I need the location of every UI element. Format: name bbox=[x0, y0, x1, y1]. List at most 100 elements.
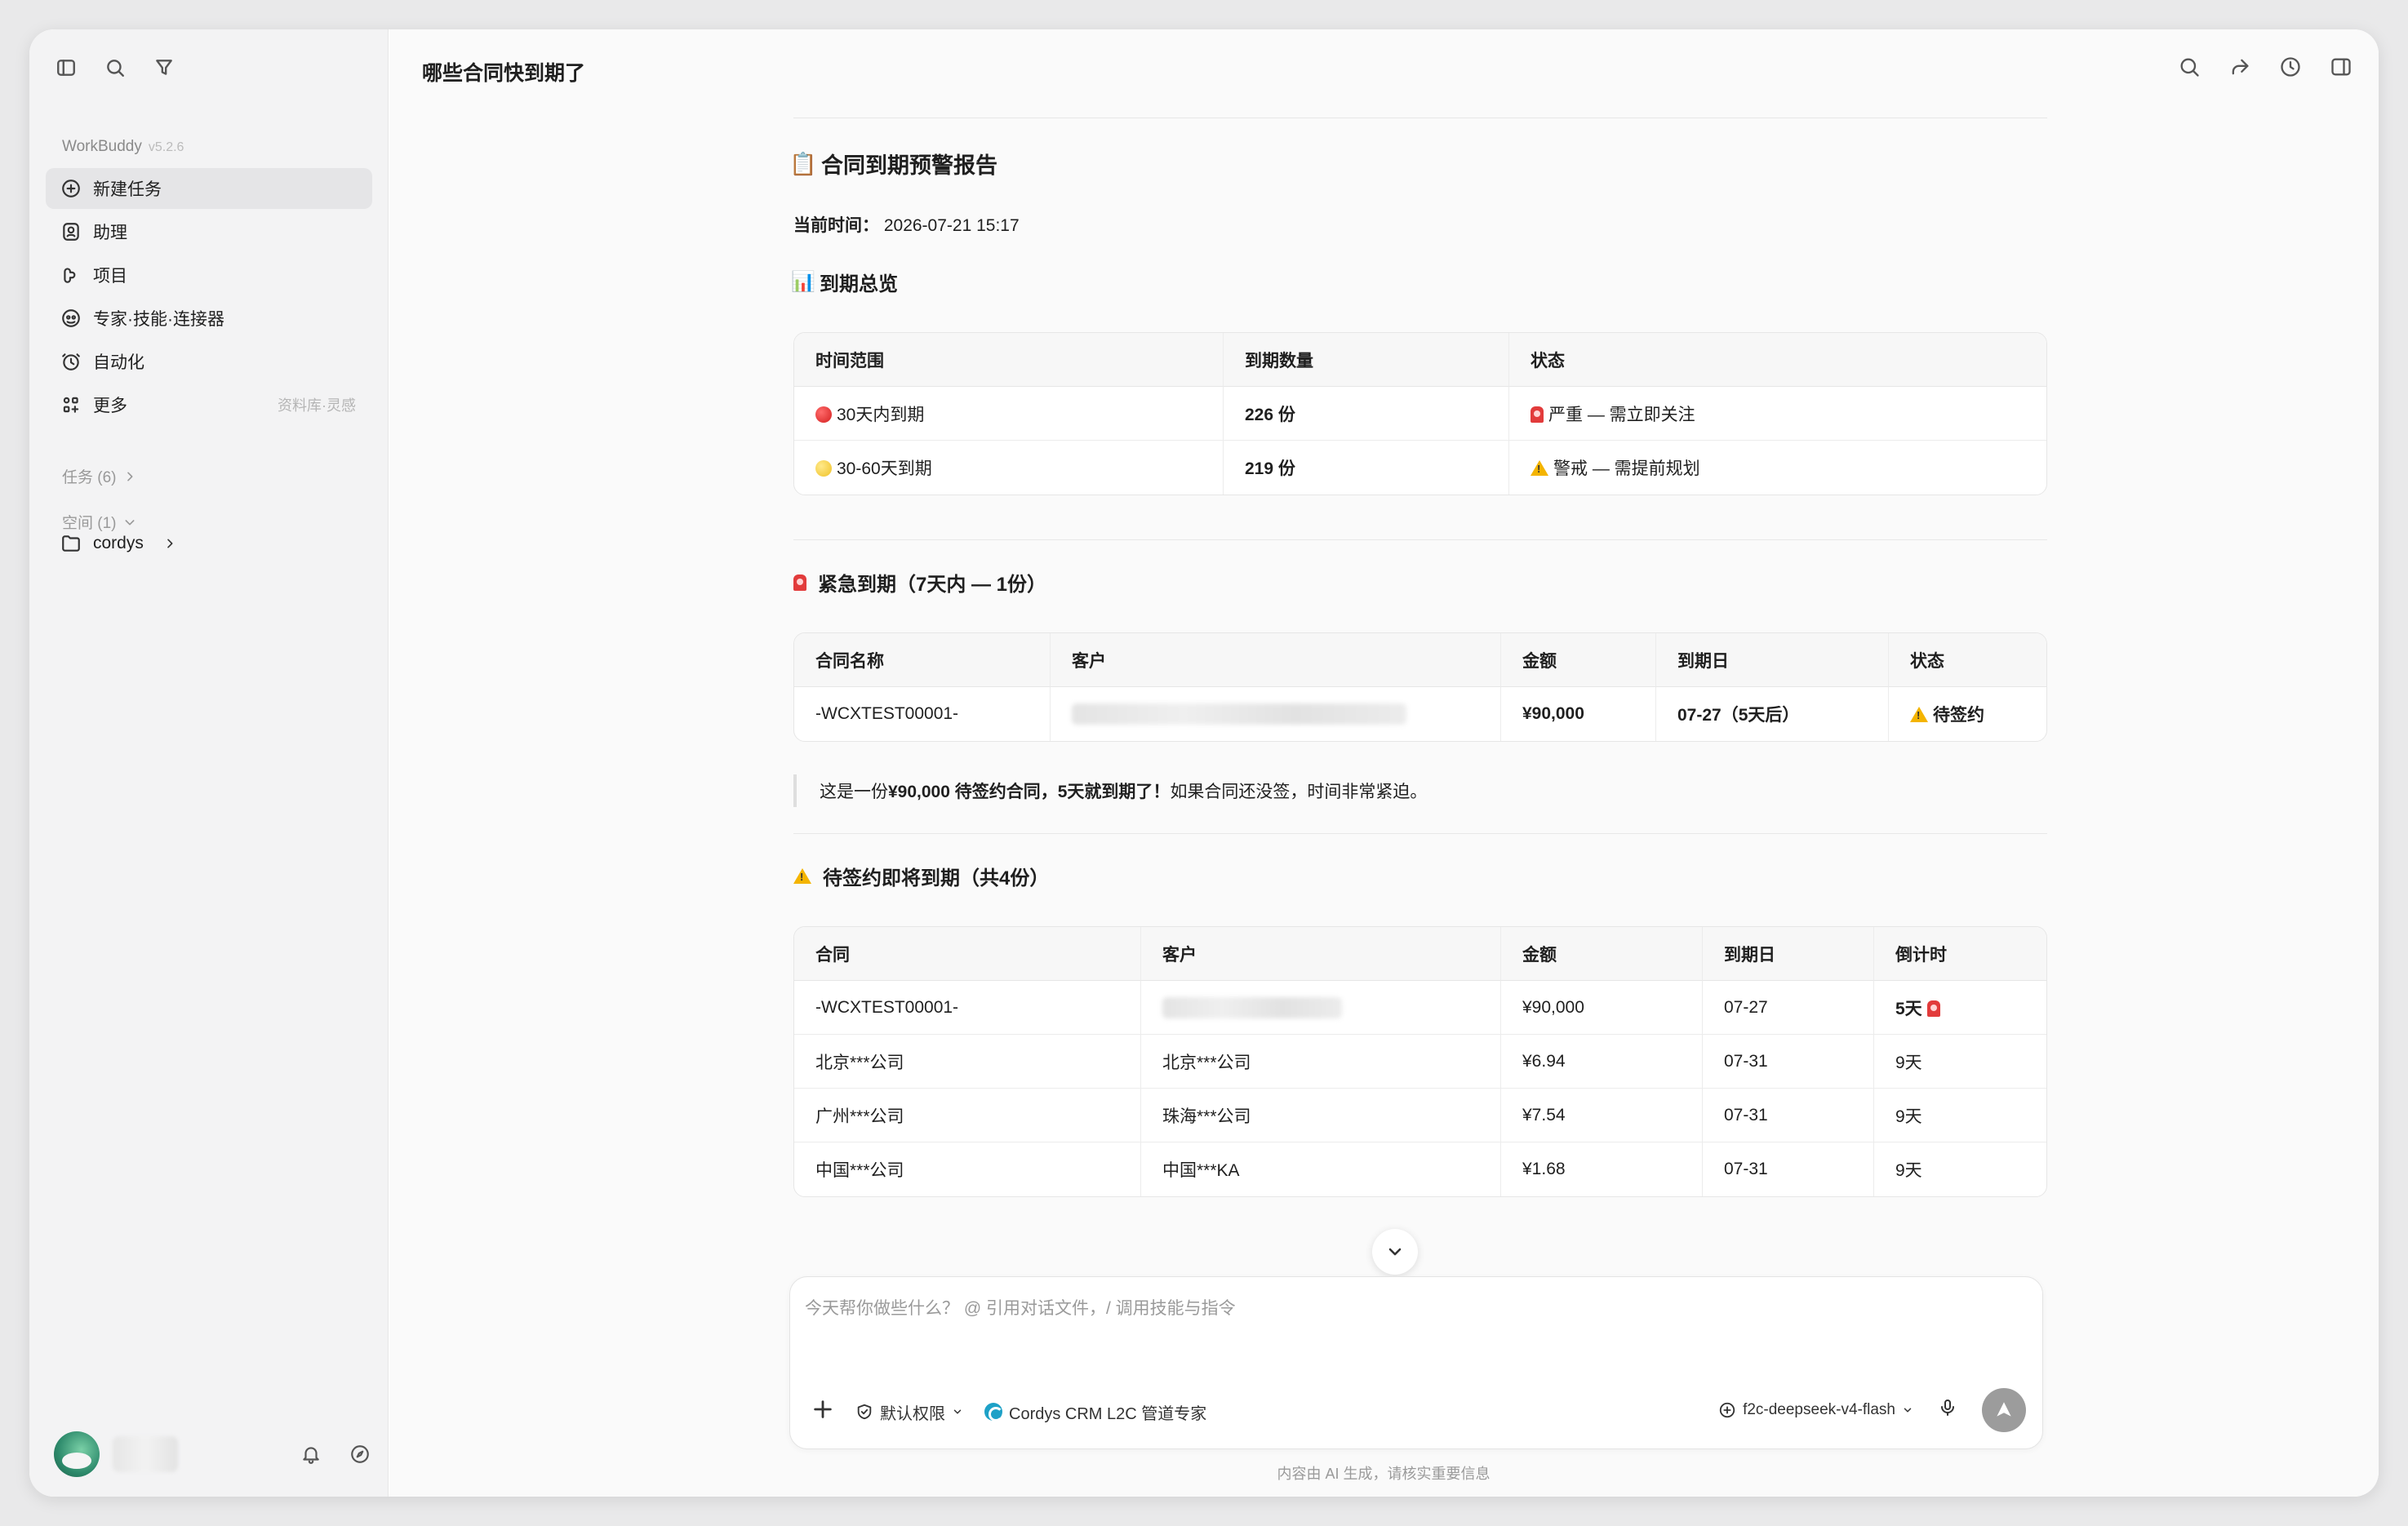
column-header: 状态 bbox=[1508, 333, 2046, 387]
brand: WorkBuddy v5.2.6 bbox=[62, 138, 184, 156]
ai-disclaimer-text: 内容由 AI 生成，请核实重要信息 bbox=[1277, 1466, 1491, 1482]
table-cell: ¥1.68 bbox=[1500, 1142, 1702, 1196]
table-header-row: 合同名称 客户 金额 到期日 状态 bbox=[794, 633, 2046, 687]
table-row: 30-60天到期 219 份 警戒 — 需提前规划 bbox=[794, 441, 2046, 495]
chevron-down-icon bbox=[953, 1409, 962, 1414]
table-row: -WCXTEST00001- ¥90,000 07-27 5天 bbox=[794, 981, 2046, 1035]
table-cell: 30天内到期 bbox=[794, 387, 1223, 441]
table-cell: 北京***公司 bbox=[794, 1035, 1140, 1089]
table-header-row: 时间范围 到期数量 状态 bbox=[794, 333, 2046, 387]
expert-icon bbox=[62, 309, 80, 327]
pending-table: 合同 客户 金额 到期日 倒计时 -WCXTEST00001- ¥90,000 … bbox=[793, 926, 2047, 1197]
plus-icon bbox=[814, 1400, 832, 1418]
yellow-circle-icon bbox=[815, 460, 832, 477]
table-cell: ¥90,000 bbox=[1500, 687, 1655, 741]
sidebar-item-label: 更多 bbox=[93, 397, 127, 415]
table-row: 中国***公司 中国***KA ¥1.68 07-31 9天 bbox=[794, 1142, 2046, 1196]
prompt-input[interactable] bbox=[805, 1295, 2021, 1344]
share-icon[interactable] bbox=[2227, 54, 2253, 80]
sidebar-item-label: 自动化 bbox=[93, 353, 144, 372]
table-cell: 9天 bbox=[1873, 1089, 2046, 1142]
column-header: 到期日 bbox=[1655, 633, 1888, 687]
column-header: 倒计时 bbox=[1873, 927, 2046, 981]
redacted-customer bbox=[1072, 703, 1406, 725]
urgent-heading-text: 紧急到期（7天内 — 1份） bbox=[818, 574, 1047, 596]
report-title-text: 合同到期预警报告 bbox=[821, 153, 997, 178]
header-actions bbox=[2176, 54, 2354, 80]
divider bbox=[793, 833, 2047, 834]
time-value: 2026-07-21 15:17 bbox=[883, 216, 1020, 235]
microphone-icon bbox=[1941, 1400, 1954, 1416]
siren-icon bbox=[793, 574, 806, 591]
scroll-to-bottom-button[interactable] bbox=[1372, 1229, 1418, 1275]
chevron-right-icon bbox=[127, 472, 132, 481]
chart-icon: 📊 bbox=[791, 271, 815, 293]
space-folder-cordys[interactable]: cordys bbox=[60, 533, 176, 554]
spaces-section-toggle[interactable]: 空间 (1) bbox=[62, 511, 136, 533]
sidebar-item-label: 新建任务 bbox=[93, 180, 162, 199]
status-text: 严重 — 需立即关注 bbox=[1548, 405, 1695, 424]
siren-icon bbox=[1926, 1000, 1940, 1017]
table-cell: -WCXTEST00001- bbox=[794, 981, 1140, 1035]
sidebar-item-assistant[interactable]: 助理 bbox=[46, 211, 372, 252]
sidebar-item-project[interactable]: 项目 bbox=[46, 255, 372, 295]
sidebar-item-extra[interactable]: 资料库·灵感 bbox=[278, 394, 356, 415]
sidebar-item-automation[interactable]: 自动化 bbox=[46, 341, 372, 382]
note-bold: ¥90,000 待签约合同，5天就到期了！ bbox=[888, 783, 1171, 801]
brand-name: WorkBuddy bbox=[62, 138, 142, 155]
filter-icon[interactable] bbox=[152, 55, 176, 80]
pending-heading-text: 待签约即将到期（共4份） bbox=[823, 867, 1050, 889]
add-attachment-button[interactable] bbox=[811, 1398, 834, 1426]
send-button[interactable] bbox=[1982, 1388, 2026, 1432]
composer: 默认权限 Cordys CRM L2C 管道专家 f2c-deepseek-v4… bbox=[789, 1276, 2043, 1449]
model-dropdown[interactable]: f2c-deepseek-v4-flash bbox=[1718, 1401, 1913, 1419]
tasks-section-toggle[interactable]: 任务 (6) bbox=[62, 465, 136, 487]
agent-chip[interactable]: Cordys CRM L2C 管道专家 bbox=[984, 1400, 1206, 1424]
clock-icon bbox=[62, 353, 80, 370]
range-text: 30天内到期 bbox=[837, 405, 925, 424]
table-row: 30天内到期 226 份 严重 — 需立即关注 bbox=[794, 387, 2046, 441]
permission-dropdown[interactable]: 默认权限 bbox=[855, 1400, 963, 1424]
search-icon[interactable] bbox=[2176, 54, 2202, 80]
history-icon[interactable] bbox=[2277, 54, 2304, 80]
sidebar-item-label: 项目 bbox=[93, 267, 127, 286]
table-cell: 5天 bbox=[1873, 981, 2046, 1035]
divider bbox=[793, 539, 2047, 540]
table-cell: 待签约 bbox=[1888, 687, 2046, 741]
overview-table: 时间范围 到期数量 状态 30天内到期 226 份 严重 — 需立即关注 30-… bbox=[793, 332, 2047, 495]
plus-circle-icon bbox=[62, 180, 80, 197]
table-cell: -WCXTEST00001- bbox=[815, 704, 959, 723]
note-pre: 这是一份 bbox=[820, 783, 888, 801]
table-cell: 北京***公司 bbox=[1140, 1035, 1500, 1089]
report-title: 📋 合同到期预警报告 bbox=[789, 148, 2047, 180]
microphone-button[interactable] bbox=[1938, 1398, 1957, 1422]
column-header: 状态 bbox=[1888, 633, 2046, 687]
urgent-table: 合同名称 客户 金额 到期日 状态 -WCXTEST00001- ¥90,000… bbox=[793, 632, 2047, 742]
sidebar-item-new-task[interactable]: 新建任务 bbox=[46, 168, 372, 209]
table-cell: 219 份 bbox=[1223, 441, 1508, 495]
chevron-right-icon bbox=[167, 539, 173, 548]
table-row: 广州***公司 珠海***公司 ¥7.54 07-31 9天 bbox=[794, 1089, 2046, 1142]
chevron-down-icon bbox=[125, 519, 134, 525]
search-icon[interactable] bbox=[103, 55, 127, 80]
app-window: WorkBuddy v5.2.6 新建任务 助理 项目 专家·技能·连接器 自动化 bbox=[29, 29, 2379, 1497]
sidebar-item-label: 专家·技能·连接器 bbox=[93, 310, 224, 329]
column-header: 客户 bbox=[1050, 633, 1500, 687]
urgent-note: 这是一份 ¥90,000 待签约合同，5天就到期了！ 如果合同还没签，时间非常紧… bbox=[793, 774, 2047, 807]
composer-right-tools: f2c-deepseek-v4-flash bbox=[1718, 1388, 2026, 1432]
plus-circle-icon bbox=[1719, 1402, 1735, 1418]
sidebar-item-more[interactable]: 更多 资料库·灵感 bbox=[46, 384, 372, 425]
table-cell: 严重 — 需立即关注 bbox=[1508, 387, 2046, 441]
sidebar-nav: 新建任务 助理 项目 专家·技能·连接器 自动化 更多 资料库·灵感 bbox=[46, 168, 372, 428]
panel-toggle-icon[interactable] bbox=[2328, 54, 2354, 80]
table-cell: 07-31 bbox=[1702, 1142, 1873, 1196]
column-header: 客户 bbox=[1140, 927, 1500, 981]
ai-disclaimer: 内容由 AI 生成，请核实重要信息 bbox=[29, 1462, 2379, 1484]
table-cell: ¥6.94 bbox=[1500, 1035, 1702, 1089]
folder-label: cordys bbox=[93, 534, 144, 552]
table-cell: 30-60天到期 bbox=[794, 441, 1223, 495]
tasks-label: 任务 (6) bbox=[62, 469, 117, 486]
redacted-customer bbox=[1162, 996, 1342, 1018]
sidebar-item-experts[interactable]: 专家·技能·连接器 bbox=[46, 298, 372, 339]
sidebar-toggle-icon[interactable] bbox=[54, 55, 78, 80]
